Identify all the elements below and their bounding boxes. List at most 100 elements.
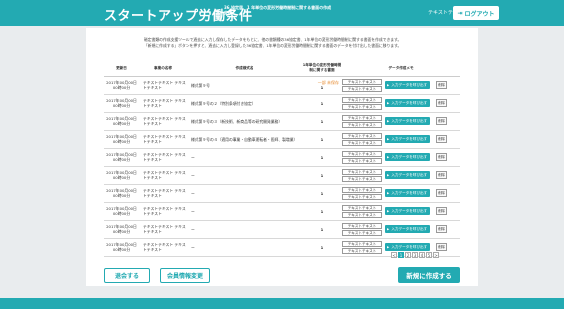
row-load-button[interactable]: 入力データを呼び出す xyxy=(385,207,430,215)
row-memo-2: テキストテキスト xyxy=(342,211,382,218)
row-count-cell: 1 xyxy=(302,148,342,167)
row-business-name: テキストテキスト テキストテキスト xyxy=(139,202,187,221)
row-law-text: 様式第９号の２（特別条項付き協定） xyxy=(191,100,256,106)
row-law-text: ー xyxy=(191,208,195,214)
row-actions: テキストテキストテキストテキスト入力データを呼び出す削除 xyxy=(342,112,460,131)
row-actions: テキストテキストテキストテキスト入力データを呼び出す削除 xyxy=(342,130,460,149)
row-memo: テキストテキスト テキストテキスト xyxy=(342,114,382,128)
row-law-form: ー xyxy=(187,220,302,239)
row-count: 1 xyxy=(320,172,324,178)
row-count: 1 xyxy=(320,244,324,250)
header-data-create: データ作成メモ xyxy=(342,61,460,77)
row-date: 2017年00月00日 00時00分 xyxy=(104,112,139,131)
row-count-cell: 1 xyxy=(302,166,342,185)
logout-icon: ⇥ xyxy=(457,9,463,17)
row-count: 1 xyxy=(320,190,324,196)
row-business-name: テキストテキスト テキストテキスト xyxy=(139,112,187,131)
row-business-name: テキストテキスト テキストテキスト xyxy=(139,130,187,149)
row-law-text: ー xyxy=(191,190,195,196)
table-row: 2017年00月00日 00時00分 テキストテキスト テキストテキスト 様式第９号… xyxy=(104,76,460,95)
row-memo-2: テキストテキスト xyxy=(342,103,382,110)
row-load-button[interactable]: 入力データを呼び出す xyxy=(385,99,430,107)
row-date: 2017年00月00日 00時00分 xyxy=(104,184,139,203)
row-memo: テキストテキスト テキストテキスト xyxy=(342,78,382,92)
row-law-form: 様式第９号 xyxy=(187,76,302,95)
row-load-button[interactable]: 入力データを呼び出す xyxy=(385,189,430,197)
footer-bar xyxy=(0,298,564,309)
row-actions: テキストテキストテキストテキスト入力データを呼び出す削除 xyxy=(342,148,460,167)
row-delete-button[interactable]: 削除 xyxy=(436,171,447,179)
header-bar: スタートアップ労働条件 36 協定届、1 年単位の変形労働時間制に関する書面の作… xyxy=(0,0,564,26)
row-delete-button[interactable]: 削除 xyxy=(436,153,447,161)
row-memo-1: テキストテキスト xyxy=(342,168,382,175)
row-load-button[interactable]: 入力データを呼び出す xyxy=(385,243,430,251)
pager-page-1[interactable]: 1 xyxy=(398,252,404,258)
row-memo-1: テキストテキスト xyxy=(342,96,382,103)
description-line-2: 「新規に作成する」ボタンを押すと、過去に入力し登録した36協定書、1年単位の変形… xyxy=(144,42,402,48)
row-count-cell: 1 xyxy=(302,202,342,221)
row-load-button[interactable]: 入力データを呼び出す xyxy=(385,225,430,233)
row-delete-button[interactable]: 削除 xyxy=(436,117,447,125)
pager-prev-button[interactable]: < xyxy=(391,252,397,258)
row-count: 1 xyxy=(320,85,324,90)
pager-page-3[interactable]: 3 xyxy=(412,252,418,258)
pager-page-2[interactable]: 2 xyxy=(405,252,411,258)
row-date: 2017年00月00日 00時00分 xyxy=(104,220,139,239)
row-delete-button[interactable]: 削除 xyxy=(436,225,447,233)
table-row: 2017年00月00日 00時00分 テキストテキスト テキストテキストー 1 テキス… xyxy=(104,184,460,203)
row-date: 2017年00月00日 00時00分 xyxy=(104,238,139,257)
row-memo-1: テキストテキスト xyxy=(342,186,382,193)
pager-page-5[interactable]: 5 xyxy=(426,252,432,258)
row-memo-1: テキストテキスト xyxy=(342,132,382,139)
row-date: 2017年00月00日 00時00分 xyxy=(104,94,139,113)
row-law-text: 様式第９号の４（適用の事業・自動車運転者・医師、製増業） xyxy=(191,136,298,142)
row-business-name: テキストテキスト テキストテキスト xyxy=(139,148,187,167)
row-date: 2017年00月00日 00時00分 xyxy=(104,166,139,185)
row-law-form: 様式第９号の２（特別条項付き協定） xyxy=(187,94,302,113)
header-law: 作成様式名 xyxy=(187,61,302,77)
row-memo: テキストテキスト テキストテキスト xyxy=(342,168,382,182)
row-load-button[interactable]: 入力データを呼び出す xyxy=(385,153,430,161)
row-law-text: ー xyxy=(191,226,195,232)
row-law-form: ー xyxy=(187,238,302,257)
row-business-name: テキストテキスト テキストテキスト xyxy=(139,184,187,203)
create-new-button[interactable]: 新規に作成する xyxy=(398,267,460,283)
row-law-text: ー xyxy=(191,172,195,178)
row-business-name: テキストテキスト テキストテキスト xyxy=(139,238,187,257)
row-memo: テキストテキスト テキストテキスト xyxy=(342,150,382,164)
row-load-button[interactable]: 入力データを呼び出す xyxy=(385,135,430,143)
table-header-row: 更新日 事業の名称 作成様式名 1年単位の変形労働時間制に関する書面 データ作成… xyxy=(104,61,460,77)
row-memo-1: テキストテキスト xyxy=(342,78,382,85)
row-load-button[interactable]: 入力データを呼び出す xyxy=(385,117,430,125)
pager-next-button[interactable]: > xyxy=(433,252,439,258)
pager-page-4[interactable]: 4 xyxy=(419,252,425,258)
row-load-button[interactable]: 入力データを呼び出す xyxy=(385,171,430,179)
row-delete-button[interactable]: 削除 xyxy=(436,99,447,107)
row-memo-1: テキストテキスト xyxy=(342,240,382,247)
logout-button[interactable]: ⇥ ログアウト xyxy=(453,6,499,20)
row-memo: テキストテキスト テキストテキスト xyxy=(342,222,382,236)
row-memo-2: テキストテキスト xyxy=(342,157,382,164)
row-count-cell: 1 xyxy=(302,130,342,149)
row-memo: テキストテキスト テキストテキスト xyxy=(342,240,382,254)
table-row: 2017年00月00日 00時00分 テキストテキスト テキストテキストー 1 テキス… xyxy=(104,166,460,185)
row-count-cell: 1 xyxy=(302,220,342,239)
row-memo-2: テキストテキスト xyxy=(342,121,382,128)
row-business-name: テキストテキスト テキストテキスト xyxy=(139,166,187,185)
row-law-form: 様式第９号の３（新技術、新商品等の研究開発業務） xyxy=(187,112,302,131)
row-date: 2017年00月00日 00時00分 xyxy=(104,76,139,95)
row-delete-button[interactable]: 削除 xyxy=(436,189,447,197)
row-delete-button[interactable]: 削除 xyxy=(436,135,447,143)
row-count-cell: 1 xyxy=(302,238,342,257)
row-memo-2: テキストテキスト xyxy=(342,85,382,92)
member-info-button[interactable]: 会員情報変更 xyxy=(160,268,210,283)
row-memo-2: テキストテキスト xyxy=(342,229,382,236)
row-delete-button[interactable]: 削除 xyxy=(436,81,447,89)
row-count-cell: 1 xyxy=(302,112,342,131)
row-delete-button[interactable]: 削除 xyxy=(436,243,447,251)
row-law-text: 様式第９号 xyxy=(191,82,210,88)
withdraw-button[interactable]: 退会する xyxy=(104,268,150,283)
row-business-name: テキストテキスト テキストテキスト xyxy=(139,94,187,113)
row-load-button[interactable]: 入力データを呼び出す xyxy=(385,81,430,89)
row-delete-button[interactable]: 削除 xyxy=(436,207,447,215)
